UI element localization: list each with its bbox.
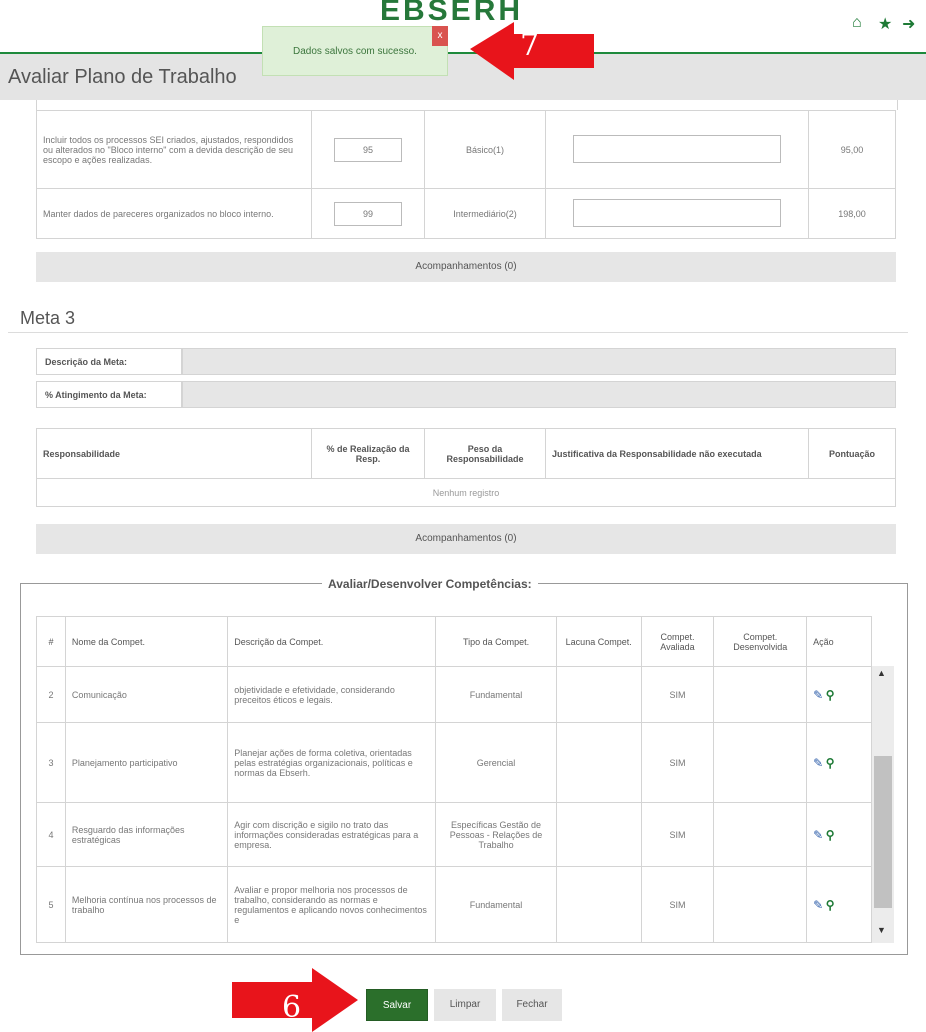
- acompanhamentos-button[interactable]: Acompanhamentos (0): [36, 252, 896, 282]
- table-row: 2 Comunicação objetividade e efetividade…: [36, 666, 872, 723]
- competencia-lacuna: [555, 866, 642, 943]
- peso-value: Básico(1): [424, 110, 546, 189]
- row-number: 2: [36, 666, 66, 723]
- edit-icon[interactable]: ✎: [813, 898, 823, 912]
- table-row: 3 Planejamento participativo Planejar aç…: [36, 722, 872, 803]
- competencia-nome: Melhoria contínua nos processos de traba…: [64, 866, 229, 943]
- table-row: Incluir todos os processos SEI criados, …: [36, 110, 896, 189]
- competencia-avaliada: SIM: [640, 722, 715, 803]
- col-tipo: Tipo da Compet.: [435, 616, 557, 667]
- col-avaliada: Compet. Avaliada: [640, 616, 715, 667]
- competencia-descricao: Avaliar e propor melhoria nos processos …: [227, 866, 437, 943]
- col-realizacao: % de Realização da Resp.: [311, 428, 425, 479]
- resp-desc: Manter dados de pareceres organizados no…: [36, 188, 312, 239]
- competencia-avaliada: SIM: [640, 866, 715, 943]
- pontuacao-value: 198,00: [808, 188, 896, 239]
- search-icon[interactable]: ⚲: [826, 688, 835, 702]
- acompanhamentos-button[interactable]: Acompanhamentos (0): [36, 524, 896, 554]
- competencia-descricao: objetividade e efetividade, considerando…: [227, 666, 437, 723]
- col-desenvolvida: Compet. Desenvolvida: [713, 616, 808, 667]
- close-button[interactable]: Fechar: [502, 989, 562, 1021]
- col-peso: Peso da Responsabilidade: [424, 428, 546, 479]
- col-descricao: Descrição da Compet.: [227, 616, 437, 667]
- competencia-descricao: Agir com discrição e sigilo no trato das…: [227, 802, 437, 867]
- success-toast: Dados salvos com sucesso.: [262, 26, 448, 76]
- ebserh-logo: EBSERH: [380, 0, 524, 24]
- pontuacao-value: 95,00: [808, 110, 896, 189]
- toast-message: Dados salvos com sucesso.: [293, 45, 417, 57]
- col-justificativa: Justificativa da Responsabilidade não ex…: [545, 428, 809, 479]
- table-row: Manter dados de pareceres organizados no…: [36, 188, 896, 239]
- competencia-desenvolvida: [713, 666, 808, 723]
- logout-icon[interactable]: ➜: [902, 14, 915, 34]
- edit-icon[interactable]: ✎: [813, 828, 823, 842]
- page-title: Avaliar Plano de Trabalho: [8, 66, 237, 88]
- competencia-nome: Resguardo das informações estratégicas: [64, 802, 229, 867]
- realizacao-input[interactable]: 99: [334, 201, 402, 226]
- star-icon[interactable]: ★: [878, 14, 892, 34]
- competencia-avaliada: SIM: [640, 802, 715, 867]
- competencia-desenvolvida: [713, 802, 808, 867]
- row-number: 3: [36, 722, 66, 803]
- competencia-tipo: Gerencial: [435, 722, 557, 803]
- peso-value: Intermediário(2): [424, 188, 546, 239]
- atingimento-meta-label: % Atingimento da Meta:: [36, 381, 182, 408]
- edit-icon[interactable]: ✎: [813, 688, 823, 702]
- search-icon[interactable]: ⚲: [826, 898, 835, 912]
- competencia-lacuna: [555, 802, 642, 867]
- col-pontuacao: Pontuação: [808, 428, 896, 479]
- realizacao-input[interactable]: 95: [334, 137, 402, 162]
- divider: [8, 332, 908, 333]
- table-header-row: # Nome da Compet. Descrição da Compet. T…: [36, 616, 872, 667]
- competencia-tipo: Específicas Gestão de Pessoas - Relações…: [435, 802, 557, 867]
- col-responsabilidade: Responsabilidade: [36, 428, 312, 479]
- resp-desc: Incluir todos os processos SEI criados, …: [36, 110, 312, 189]
- competencia-lacuna: [555, 666, 642, 723]
- table-header-row: Responsabilidade % de Realização da Resp…: [36, 428, 896, 479]
- scroll-up-icon[interactable]: ▲: [877, 668, 886, 678]
- justificativa-textarea[interactable]: [573, 198, 781, 227]
- competencia-nome: Comunicação: [64, 666, 229, 723]
- competencia-lacuna: [555, 722, 642, 803]
- scrollbar-thumb[interactable]: [874, 756, 892, 908]
- meta-3-heading: Meta 3: [20, 308, 76, 328]
- empty-message: Nenhum registro: [36, 478, 896, 507]
- competencia-avaliada: SIM: [640, 666, 715, 723]
- table-row: Nenhum registro: [36, 478, 896, 507]
- competencia-tipo: Fundamental: [435, 666, 557, 723]
- descricao-meta-field: [182, 348, 896, 375]
- step-6-number: 6: [282, 990, 302, 1025]
- col-acao: Ação: [806, 616, 872, 667]
- competencia-tipo: Fundamental: [435, 866, 557, 943]
- descricao-meta-label: Descrição da Meta:: [36, 348, 182, 375]
- search-icon[interactable]: ⚲: [826, 756, 835, 770]
- search-icon[interactable]: ⚲: [826, 828, 835, 842]
- competencia-nome: Planejamento participativo: [64, 722, 229, 803]
- col-number: #: [36, 616, 66, 667]
- meta3-responsibility-table: Responsabilidade % de Realização da Resp…: [36, 428, 896, 507]
- step-7-number: 7: [520, 28, 540, 63]
- competencia-desenvolvida: [713, 722, 808, 803]
- col-nome: Nome da Compet.: [64, 616, 229, 667]
- responsibility-table: Incluir todos os processos SEI criados, …: [36, 110, 896, 239]
- row-number: 5: [36, 866, 66, 943]
- competencias-legend: Avaliar/Desenvolver Competências:: [322, 577, 538, 591]
- home-icon[interactable]: ⌂: [852, 14, 862, 32]
- edit-icon[interactable]: ✎: [813, 756, 823, 770]
- atingimento-meta-field: [182, 381, 896, 408]
- table-row: 5 Melhoria contínua nos processos de tra…: [36, 866, 872, 943]
- toast-close-button[interactable]: x: [432, 26, 448, 46]
- competencias-table: # Nome da Compet. Descrição da Compet. T…: [36, 616, 872, 943]
- clear-button[interactable]: Limpar: [434, 989, 496, 1021]
- table-row: 4 Resguardo das informações estratégicas…: [36, 802, 872, 867]
- col-lacuna: Lacuna Compet.: [555, 616, 642, 667]
- competencia-descricao: Planejar ações de forma coletiva, orient…: [227, 722, 437, 803]
- save-button[interactable]: Salvar: [366, 989, 428, 1021]
- scroll-down-icon[interactable]: ▼: [877, 925, 886, 935]
- table-top-fragment: [36, 100, 898, 110]
- row-number: 4: [36, 802, 66, 867]
- competencia-desenvolvida: [713, 866, 808, 943]
- justificativa-textarea[interactable]: [573, 134, 781, 163]
